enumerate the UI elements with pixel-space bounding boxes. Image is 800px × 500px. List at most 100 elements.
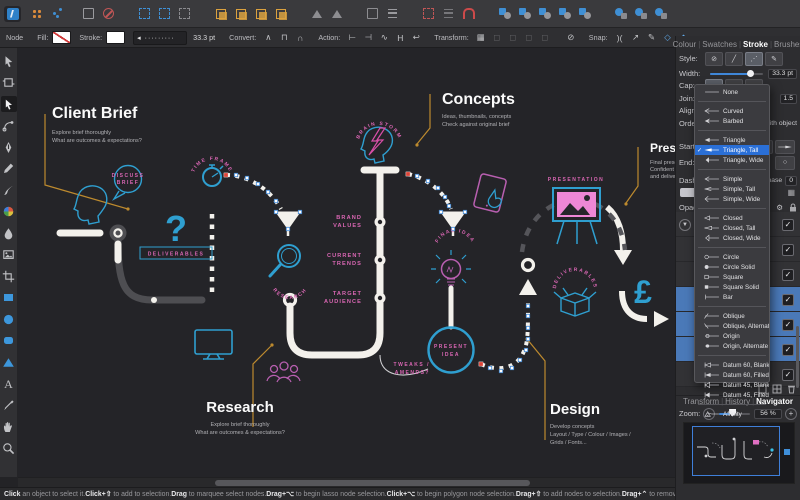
question-mark[interactable]: ? (165, 208, 187, 249)
easel-icon[interactable] (552, 187, 601, 245)
boolean-combine-icon[interactable] (576, 6, 593, 22)
start-swap-button[interactable] (775, 139, 795, 154)
layer-visibility-checkbox[interactable]: ✓ (782, 294, 794, 306)
layer-visibility-checkbox[interactable]: ✓ (782, 269, 794, 281)
vector-crop-tool[interactable] (1, 268, 17, 284)
layer-visibility-checkbox[interactable]: ✓ (782, 219, 794, 231)
boolean-intersect-icon[interactable] (536, 6, 553, 22)
alignment-icon[interactable] (384, 6, 401, 22)
convert-smart-button[interactable]: ∩ (294, 31, 307, 45)
place-image-tool[interactable] (1, 247, 17, 263)
expand-stroke-icon[interactable] (632, 6, 649, 22)
tab-colour[interactable]: Colour (673, 40, 697, 49)
ellipse-tool[interactable] (1, 311, 17, 327)
menu-item-tritall[interactable]: ✓ Triangle, Tall (695, 145, 769, 155)
snap-construct-button[interactable]: ↗ (629, 31, 642, 45)
boolean-add-icon[interactable] (496, 6, 513, 22)
width-slider[interactable] (710, 69, 764, 77)
design-title[interactable]: Design (550, 401, 600, 418)
style-dash-button[interactable]: ⋰ (745, 51, 763, 66)
pound-symbol[interactable]: £ (634, 274, 652, 310)
pen-tool[interactable] (1, 139, 17, 155)
colour-wheel-tool[interactable] (1, 204, 17, 220)
menu-item-closedtall[interactable]: Closed, Tall (695, 223, 769, 233)
people-icon[interactable] (266, 361, 301, 383)
menu-item-simplewide[interactable]: Simple, Wide (695, 194, 769, 204)
node-tool[interactable] (0, 96, 17, 112)
flip-icon[interactable] (328, 6, 345, 22)
style-solid-button[interactable]: ╱ (725, 51, 743, 66)
head-icon[interactable] (73, 185, 108, 225)
insert-behind-icon[interactable] (212, 6, 229, 22)
tablet-hand-icon[interactable] (473, 173, 507, 213)
tab-stroke[interactable]: Stroke (743, 40, 768, 49)
phase-value[interactable]: 0 (785, 175, 797, 186)
layer-visibility-checkbox[interactable]: ✓ (782, 319, 794, 331)
rounded-rectangle-tool[interactable] (1, 333, 17, 349)
snap-pen-button[interactable]: ✎ (645, 31, 658, 45)
menu-item-origin[interactable]: Origin (695, 331, 769, 341)
brainstorm-icon[interactable] (360, 126, 394, 164)
layer-visibility-checkbox[interactable]: ✓ (782, 369, 794, 381)
power-duplicate-icon[interactable] (652, 6, 669, 22)
menu-item-datum45f[interactable]: Datum 45, Filled (695, 390, 769, 400)
panel-scrollbar-thumb[interactable] (796, 326, 799, 388)
miter-value[interactable]: 1.5 (779, 93, 797, 104)
concepts-title[interactable]: Concepts (442, 91, 515, 108)
end-arrow-dropdown[interactable]: ○ (775, 155, 795, 170)
action-reverse-button[interactable]: ↩ (410, 31, 423, 45)
insert-on-top-icon[interactable] (232, 6, 249, 22)
layer-visibility-checkbox[interactable]: ✓ (782, 344, 794, 356)
menu-item-obliquealt[interactable]: Oblique, Alternate (695, 321, 769, 331)
monitor-icon[interactable] (194, 329, 233, 360)
artboard-tool[interactable] (1, 75, 17, 91)
text-tool[interactable]: A (1, 376, 17, 392)
convert-sharp-button[interactable]: ∧ (262, 31, 275, 45)
menu-item-simple[interactable]: Simple (695, 174, 769, 184)
designer-persona-icon[interactable] (4, 5, 21, 22)
select-same-icon[interactable] (136, 6, 153, 22)
hide-nodes-button[interactable]: ⊘ (564, 31, 577, 45)
stopwatch-icon[interactable] (202, 164, 224, 187)
action-break-button[interactable]: ⊢ (346, 31, 359, 45)
style-none-button[interactable]: ⊘ (705, 51, 723, 66)
vector-brush-tool[interactable] (1, 182, 17, 198)
insert-inside-icon[interactable] (252, 6, 269, 22)
snapping-magnet-icon[interactable] (460, 6, 477, 22)
presentation-title[interactable]: Presentation (650, 141, 676, 155)
export-persona-icon[interactable] (44, 6, 61, 22)
rotate-icon[interactable] (308, 6, 325, 22)
menu-item-originalt[interactable]: Origin, Alternate (695, 341, 769, 351)
flowchart-artwork[interactable]: Client Brief Explore brief thoroughly Wh… (18, 48, 676, 477)
navigator-handle[interactable] (784, 449, 790, 455)
menu-item-closed[interactable]: Closed (695, 213, 769, 223)
layer-visibility-checkbox[interactable]: ✓ (782, 244, 794, 256)
lightbulb-icon[interactable] (431, 250, 471, 286)
magnifier-icon[interactable] (268, 244, 301, 278)
menu-item-simpletall[interactable]: Simple, Tall (695, 184, 769, 194)
order-icon[interactable] (364, 6, 381, 22)
navigator-thumbnail[interactable] (683, 422, 795, 484)
fill-tool[interactable] (1, 225, 17, 241)
document-canvas[interactable]: Client Brief Explore brief thoroughly Wh… (18, 48, 676, 477)
boolean-subtract-icon[interactable] (516, 6, 533, 22)
menu-item-affinity[interactable]: Affinity (695, 409, 769, 419)
colour-picker-tool[interactable] (1, 397, 17, 413)
convert-to-curves-icon[interactable] (612, 6, 629, 22)
menu-item-circlesolid[interactable]: Circle Solid (695, 262, 769, 272)
funnel-markers[interactable] (275, 211, 466, 236)
menu-item-bar[interactable]: Bar (695, 292, 769, 302)
zoom-in-button[interactable]: + (785, 407, 797, 420)
lock-icon[interactable] (789, 203, 797, 212)
document-setup-icon[interactable] (80, 6, 97, 22)
tab-swatches[interactable]: Swatches (702, 40, 737, 49)
pencil-tool[interactable] (1, 161, 17, 177)
select-object-icon[interactable] (156, 6, 173, 22)
deselect-icon[interactable] (176, 6, 193, 22)
preview-mode-icon[interactable] (100, 6, 117, 22)
menu-item-datum45b[interactable]: Datum 45, Blank (695, 380, 769, 390)
view-tool[interactable] (1, 419, 17, 435)
pixel-grid-icon[interactable] (420, 6, 437, 22)
snap-curves-button[interactable]: )( (613, 31, 626, 45)
present-idea-circle[interactable] (427, 326, 475, 374)
